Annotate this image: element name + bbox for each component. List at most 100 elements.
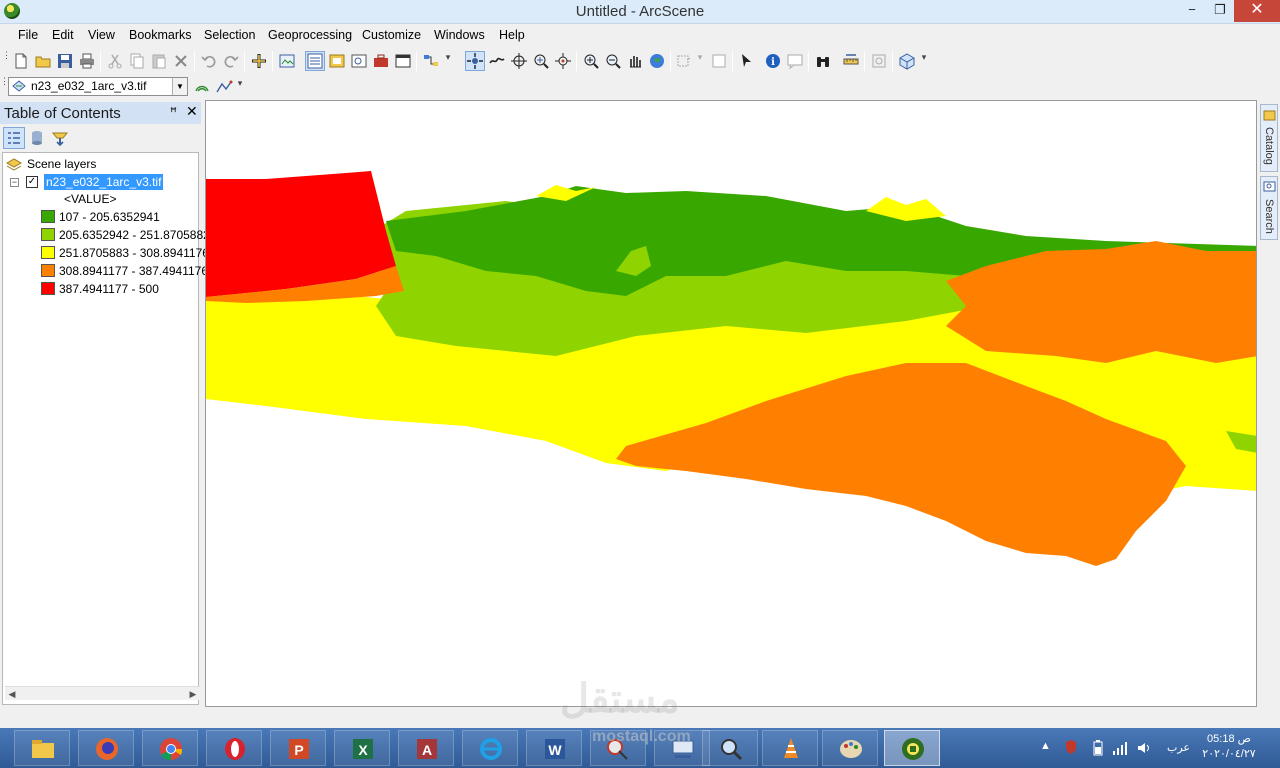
table-of-contents-icon[interactable] [305,51,325,71]
menu-windows[interactable]: Windows [434,28,485,42]
toc-close-icon[interactable]: ✕ [186,103,198,120]
legend-swatch-5[interactable] [41,282,55,295]
firefox-button[interactable] [78,730,134,766]
toolbar-overflow[interactable]: ▾ [236,78,244,100]
fly-tool-icon[interactable] [488,52,506,70]
opera-button[interactable] [206,730,262,766]
pan-hand-icon[interactable] [626,52,644,70]
toolbar-separator [100,51,101,71]
legend-swatch-3[interactable] [41,246,55,259]
menu-edit[interactable]: Edit [52,28,74,42]
measure-icon[interactable] [842,52,860,70]
search-tab[interactable]: Search [1260,176,1278,240]
steepest-path-icon[interactable] [215,78,233,96]
full-extent-globe-icon[interactable] [648,52,666,70]
vlc-button[interactable] [762,730,818,766]
identify-icon[interactable]: i [764,52,782,70]
toolbar-grip[interactable]: ⋮ [0,76,9,98]
target-center-icon[interactable] [510,52,528,70]
select-dropdown[interactable]: ▾ [696,52,704,74]
search-window-icon[interactable] [350,52,368,70]
collapse-icon[interactable]: − [10,178,19,187]
menu-geoprocessing[interactable]: Geoprocessing [268,28,352,42]
menu-file[interactable]: File [18,28,38,42]
select-features-icon[interactable] [676,52,694,70]
set-observer-icon[interactable] [554,52,572,70]
select-elements-icon[interactable] [738,52,756,70]
toolbar-grip[interactable]: ⋮ [2,50,11,72]
zoom-to-target-icon[interactable] [532,52,550,70]
legend-swatch-2[interactable] [41,228,55,241]
toolbar-overflow[interactable]: ▾ [920,52,928,74]
chrome-button[interactable] [142,730,198,766]
html-popup-icon[interactable] [786,52,804,70]
network-signal-icon[interactable] [1112,740,1128,756]
delete-icon[interactable] [172,52,190,70]
menu-customize[interactable]: Customize [362,28,421,42]
layout-view-icon[interactable] [278,52,296,70]
menu-view[interactable]: View [88,28,115,42]
zoom-out-icon[interactable] [604,52,622,70]
layer-name[interactable]: n23_e032_1arc_v3.tif [44,174,164,190]
python-window-icon[interactable] [394,52,412,70]
list-by-drawing-order-icon[interactable] [3,127,25,149]
word-button[interactable]: W [526,730,582,766]
new-document-icon[interactable] [12,52,30,70]
animation-icon[interactable] [870,52,888,70]
excel-button[interactable]: X [334,730,390,766]
paint-button[interactable] [822,730,878,766]
list-by-source-icon[interactable] [27,128,47,148]
battery-icon[interactable] [1092,739,1104,757]
close-button[interactable]: ✕ [1234,0,1280,22]
volume-icon[interactable] [1136,740,1152,756]
minimize-button[interactable]: − [1178,0,1206,22]
arcscene-taskbar-button[interactable] [884,730,940,766]
system-clock[interactable]: 05:18 ص ٢٠٢٠/٠٤/٢٧ [1198,732,1260,762]
contour-tool-icon[interactable] [193,78,211,96]
toolbar-separator [732,51,733,71]
zoom-in-icon[interactable] [582,52,600,70]
layer-visibility-checkbox[interactable]: ✓ [26,176,38,188]
access-button[interactable]: A [398,730,454,766]
layer-dropdown[interactable]: n23_e032_1arc_v3.tif ▼ [8,77,188,96]
clear-selection-icon[interactable] [710,52,728,70]
list-by-visibility-icon[interactable] [50,128,70,148]
catalog-tab[interactable]: Catalog [1260,104,1278,172]
undo-icon[interactable] [200,52,218,70]
magnifier-button[interactable] [702,730,758,766]
show-hidden-icons[interactable]: ▲ [1040,740,1051,768]
menu-selection[interactable]: Selection [204,28,255,42]
menu-bookmarks[interactable]: Bookmarks [129,28,192,42]
save-icon[interactable] [56,52,74,70]
legend-swatch-4[interactable] [41,264,55,277]
legend-swatch-1[interactable] [41,210,55,223]
chevron-down-icon[interactable]: ▼ [172,78,187,95]
input-language[interactable]: عرب [1167,741,1190,768]
print-icon[interactable] [78,52,96,70]
pin-icon[interactable]: ꟸ [170,105,177,119]
add-data-icon[interactable] [250,52,268,70]
toc-horizontal-scrollbar[interactable]: ◀ ▶ [5,686,200,700]
navigate-tool-icon[interactable] [465,51,485,71]
arctoolbox-icon[interactable] [372,52,390,70]
paint-palette-icon [840,740,862,758]
security-shield-icon[interactable] [1064,738,1078,756]
3d-effects-icon[interactable] [898,52,916,70]
powerpoint-button[interactable]: P [270,730,326,766]
open-folder-icon[interactable] [34,52,52,70]
find-binoculars-icon[interactable] [814,52,832,70]
cut-icon[interactable] [106,52,124,70]
modelbuilder-icon[interactable] [422,52,440,70]
menu-help[interactable]: Help [499,28,525,42]
scene-view[interactable] [205,100,1257,707]
toolbar-overflow[interactable]: ▾ [444,52,452,74]
paste-icon[interactable] [150,52,168,70]
internet-explorer-button[interactable] [462,730,518,766]
redo-icon[interactable] [222,52,240,70]
file-explorer-button[interactable] [14,730,70,766]
maximize-button[interactable]: ❐ [1206,0,1234,22]
scroll-left-icon[interactable]: ◀ [5,688,19,700]
catalog-window-icon[interactable] [328,52,346,70]
copy-icon[interactable] [128,52,146,70]
scroll-right-icon[interactable]: ▶ [186,688,200,700]
